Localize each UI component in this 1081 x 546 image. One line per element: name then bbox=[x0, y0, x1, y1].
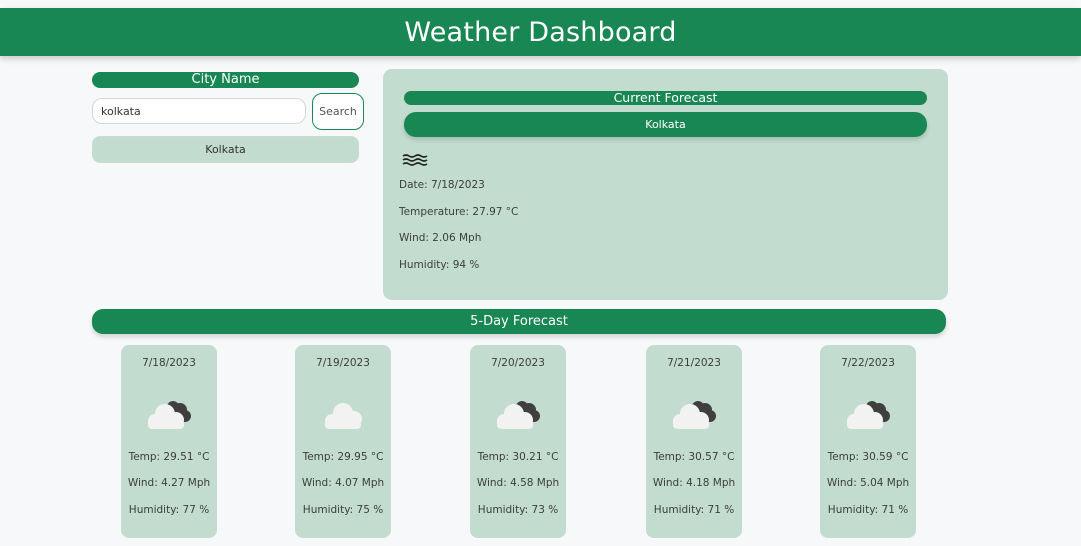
forecast-date: 7/20/2023 bbox=[491, 357, 545, 369]
forecast-wind: Wind: 4.58 Mph bbox=[476, 477, 560, 489]
forecast-temp: Temp: 29.51 °C bbox=[128, 451, 210, 463]
search-button[interactable]: Search bbox=[312, 93, 364, 130]
forecast-day-card: 7/19/2023 Temp: 29.95 °C Wind: 4.07 Mph … bbox=[295, 345, 391, 538]
current-date: Date: 7/18/2023 bbox=[399, 179, 485, 191]
current-wind: Wind: 2.06 Mph bbox=[399, 232, 482, 244]
cloud-dark-icon bbox=[497, 401, 540, 429]
forecast-wind: Wind: 4.18 Mph bbox=[652, 477, 736, 489]
forecast-wind: Wind: 5.04 Mph bbox=[826, 477, 910, 489]
forecast-temp: Temp: 30.21 °C bbox=[477, 451, 559, 463]
cloud-dark-icon bbox=[673, 401, 716, 429]
forecast-humidity: Humidity: 71 % bbox=[827, 504, 909, 516]
city-search-input[interactable] bbox=[92, 98, 306, 124]
cloud-dark-icon bbox=[847, 401, 890, 429]
forecast-humidity: Humidity: 75 % bbox=[302, 504, 384, 516]
forecast-day-card: 7/22/2023 Temp: 30.59 °C Wind: 5.04 Mph … bbox=[820, 345, 916, 538]
forecast-date: 7/21/2023 bbox=[667, 357, 721, 369]
current-humidity: Humidity: 94 % bbox=[399, 259, 480, 271]
wind-waves-icon bbox=[402, 154, 428, 166]
forecast-humidity: Humidity: 73 % bbox=[477, 504, 559, 516]
forecast-humidity: Humidity: 77 % bbox=[128, 504, 210, 516]
current-forecast-title: Current Forecast bbox=[404, 91, 927, 105]
forecast-wind: Wind: 4.27 Mph bbox=[127, 477, 211, 489]
forecast-wind: Wind: 4.07 Mph bbox=[301, 477, 385, 489]
forecast-temp: Temp: 30.57 °C bbox=[653, 451, 735, 463]
forecast-day-card: 7/18/2023 Temp: 29.51 °C Wind: 4.27 Mph … bbox=[121, 345, 217, 538]
current-forecast-panel: Current Forecast Kolkata Date: 7/18/2023… bbox=[383, 69, 948, 300]
page-title: Weather Dashboard bbox=[404, 16, 677, 48]
forecast-humidity: Humidity: 71 % bbox=[653, 504, 735, 516]
current-temperature: Temperature: 27.97 °C bbox=[399, 206, 519, 218]
forecast-day-card: 7/20/2023 Temp: 30.21 °C Wind: 4.58 Mph … bbox=[470, 345, 566, 538]
forecast-date: 7/19/2023 bbox=[316, 357, 370, 369]
current-city-name: Kolkata bbox=[404, 112, 927, 137]
forecast-date: 7/18/2023 bbox=[142, 357, 196, 369]
app-header: Weather Dashboard bbox=[0, 8, 1081, 56]
cloud-dark-icon bbox=[148, 401, 191, 429]
forecast-date: 7/22/2023 bbox=[841, 357, 895, 369]
forecast-temp: Temp: 30.59 °C bbox=[827, 451, 909, 463]
forecast-day-card: 7/21/2023 Temp: 30.57 °C Wind: 4.18 Mph … bbox=[646, 345, 742, 538]
cloud-icon bbox=[325, 403, 362, 429]
city-name-label: City Name bbox=[92, 72, 359, 88]
forecast-temp: Temp: 29.95 °C bbox=[302, 451, 384, 463]
search-history-item[interactable]: Kolkata bbox=[92, 136, 359, 163]
five-day-forecast-title: 5-Day Forecast bbox=[92, 309, 946, 334]
